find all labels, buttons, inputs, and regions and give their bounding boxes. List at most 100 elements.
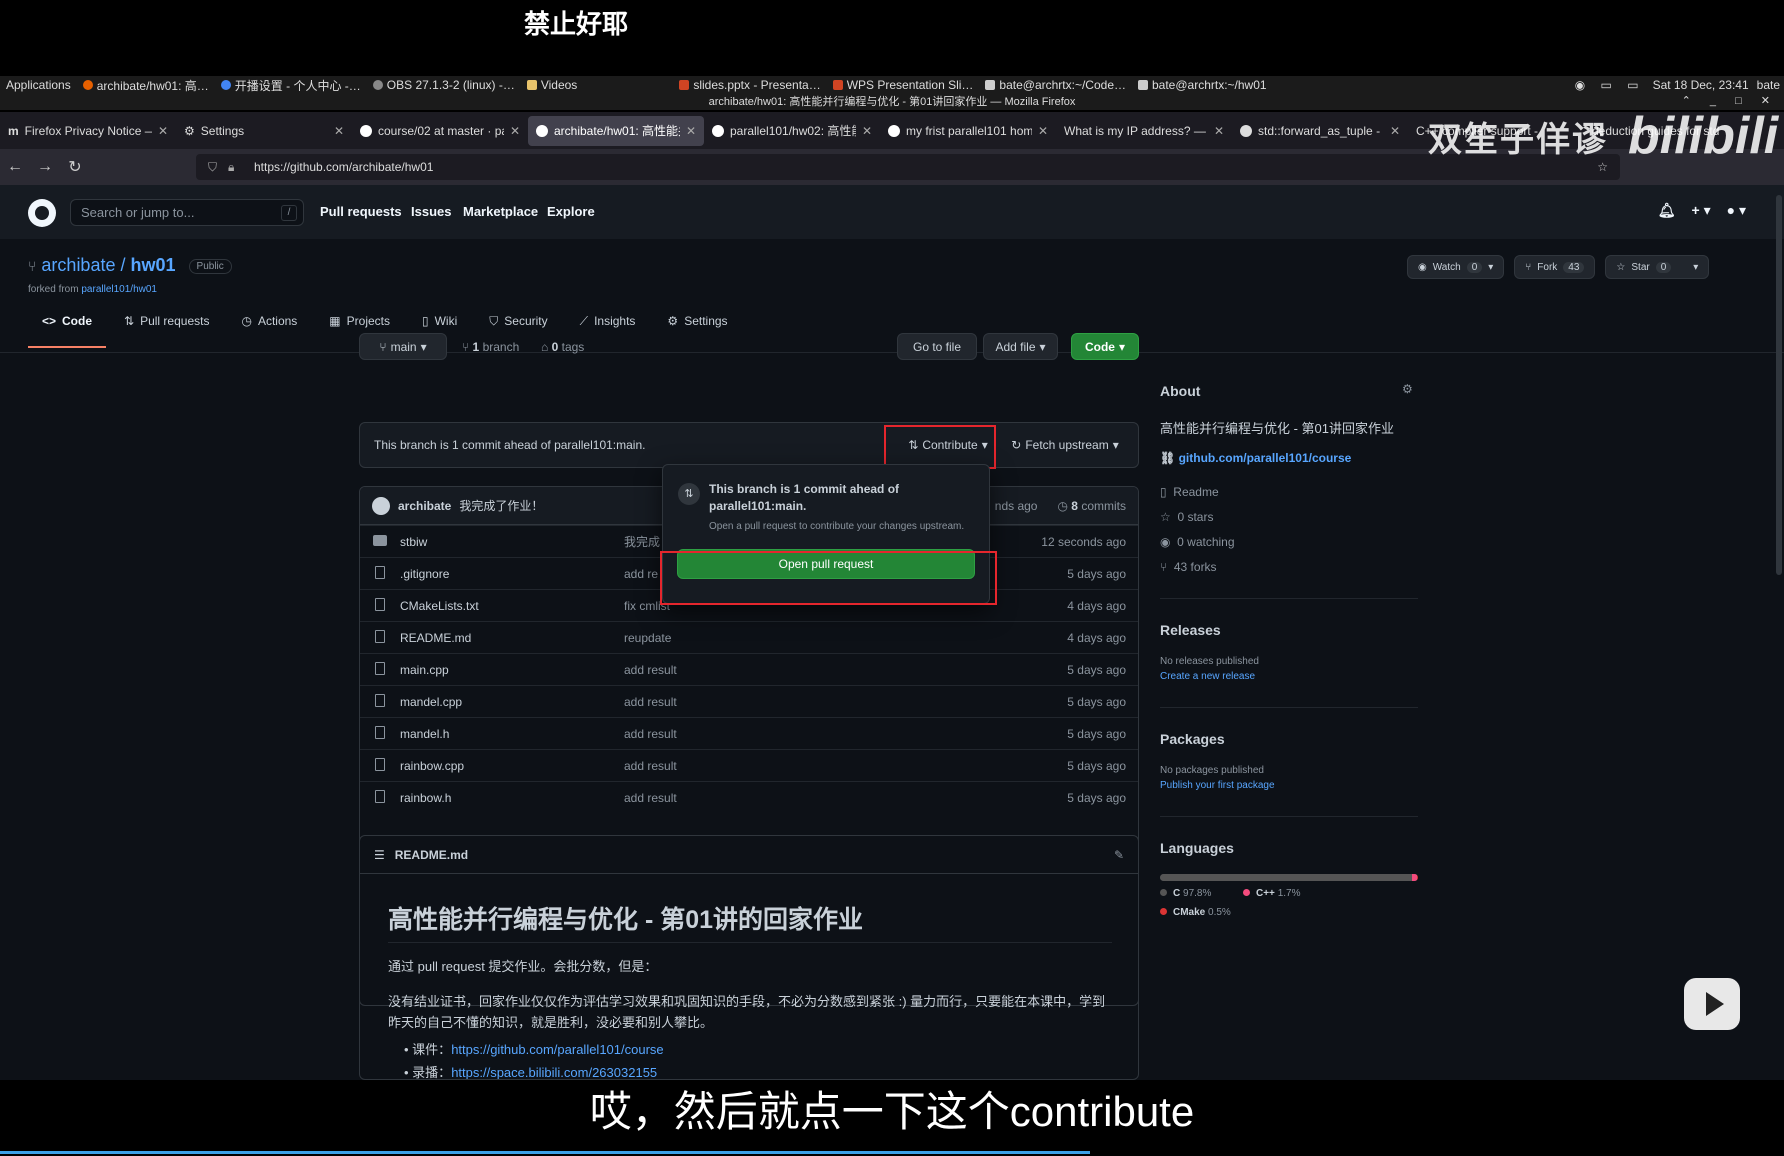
taskbar-item-obs[interactable]: OBS 27.1.3-2 (linux) -… xyxy=(367,78,521,92)
commit-message[interactable]: 我完成了作业！ xyxy=(459,497,543,514)
file-name[interactable]: mandel.h xyxy=(400,727,624,741)
tab-settings[interactable]: ⚙ Settings ✕ xyxy=(176,116,352,146)
code-button[interactable]: Code ▾ xyxy=(1071,333,1139,360)
file-commit-message[interactable]: reupdate xyxy=(624,631,1000,645)
gear-icon[interactable]: ⚙ xyxy=(1402,382,1413,396)
go-to-file-button[interactable]: Go to file xyxy=(897,333,977,360)
table-row[interactable]: mandel.cpp add result 5 days ago xyxy=(360,685,1138,717)
header-link-marketplace[interactable]: Marketplace xyxy=(463,204,538,219)
file-name[interactable]: rainbow.cpp xyxy=(400,759,624,773)
table-row[interactable]: mandel.h add result 5 days ago xyxy=(360,717,1138,749)
language-item-cpp[interactable]: C++ 1.7% xyxy=(1243,888,1300,899)
course-link[interactable]: https://github.com/parallel101/course xyxy=(451,1042,663,1057)
avatar[interactable]: ● ▾ xyxy=(1727,202,1746,219)
repo-name-link[interactable]: hw01 xyxy=(131,255,176,275)
file-name[interactable]: mandel.cpp xyxy=(400,695,624,709)
branches-link[interactable]: ⑂ 1 branch xyxy=(462,340,519,354)
tab-course[interactable]: course/02 at master · pa ✕ xyxy=(352,116,528,146)
file-name[interactable]: CMakeLists.txt xyxy=(400,599,624,613)
about-watching-link[interactable]: ◉ 0 watching xyxy=(1160,535,1235,549)
tab-insights[interactable]: ⟋ Insights xyxy=(566,303,650,339)
add-file-button[interactable]: Add file ▾ xyxy=(983,333,1058,360)
releases-heading[interactable]: Releases xyxy=(1160,622,1221,638)
about-stars-link[interactable]: ☆ 0 stars xyxy=(1160,510,1213,524)
fork-button[interactable]: ⑂ Fork 43 xyxy=(1514,255,1596,279)
pencil-icon[interactable]: ✎ xyxy=(1114,848,1124,862)
close-icon[interactable]: ✕ xyxy=(1038,124,1048,138)
taskbar-item-videos[interactable]: Videos xyxy=(521,78,583,92)
avatar[interactable] xyxy=(372,496,390,515)
tab-parallel101-home[interactable]: my frist parallel101 home ✕ xyxy=(880,116,1056,146)
table-row[interactable]: rainbow.cpp add result 5 days ago xyxy=(360,749,1138,781)
taskbar-item-terminal-code[interactable]: bate@archrtx:~/Code… xyxy=(979,78,1132,92)
watch-button[interactable]: ◉ Watch 0 ▾ xyxy=(1407,255,1505,279)
taskbar-item-slides[interactable]: slides.pptx - Presenta… xyxy=(673,78,826,92)
list-icon[interactable]: ☰ xyxy=(374,848,385,862)
branch-select-button[interactable]: ⑂ main ▾ xyxy=(359,333,447,360)
close-icon[interactable]: ✕ xyxy=(158,124,168,138)
page-scrollbar[interactable] xyxy=(1776,195,1782,575)
tab-code[interactable]: <> Code xyxy=(28,303,107,348)
file-commit-message[interactable]: add result xyxy=(624,791,1000,805)
forward-icon[interactable]: → xyxy=(30,158,60,176)
address-bar[interactable]: ⛉ 🔒︎ https://github.com/archibate/hw01 ☆ xyxy=(196,154,1620,180)
table-row[interactable]: rainbow.h add result 5 days ago xyxy=(360,781,1138,813)
close-icon[interactable]: ✕ xyxy=(334,124,344,138)
language-item-cmake[interactable]: CMake 0.5% xyxy=(1160,907,1231,918)
tab-security[interactable]: ⛉ Security xyxy=(475,303,561,339)
reload-icon[interactable]: ↻ xyxy=(60,157,90,177)
close-icon[interactable]: ✕ xyxy=(1214,124,1224,138)
publish-package-link[interactable]: Publish your first package xyxy=(1160,780,1275,791)
tab-hw02[interactable]: parallel101/hw02: 高性能 ✕ xyxy=(704,116,880,146)
table-row[interactable]: main.cpp add result 5 days ago xyxy=(360,653,1138,685)
header-link-pull-requests[interactable]: Pull requests xyxy=(320,204,402,219)
tab-pull-requests[interactable]: ⇅ Pull requests xyxy=(110,303,223,339)
file-name[interactable]: .gitignore xyxy=(400,567,624,581)
about-website-link[interactable]: ⛓ github.com/parallel101/course xyxy=(1160,451,1351,465)
commits-link[interactable]: ◷ 8 commits xyxy=(1057,499,1126,513)
file-commit-message[interactable]: add result xyxy=(624,663,1000,677)
commit-author[interactable]: archibate xyxy=(398,499,451,513)
about-readme-link[interactable]: ▯ Readme xyxy=(1160,485,1219,499)
close-icon[interactable]: ✕ xyxy=(1390,124,1400,138)
star-button[interactable]: ☆ Star 0 ▾ xyxy=(1605,255,1710,279)
file-commit-message[interactable]: add result xyxy=(624,695,1000,709)
forked-from-link[interactable]: parallel101/hw01 xyxy=(81,284,157,295)
github-logo-icon[interactable] xyxy=(28,199,56,227)
tab-actions[interactable]: ◷ Actions xyxy=(227,303,311,339)
close-icon[interactable]: ✕ xyxy=(510,124,520,138)
file-name[interactable]: stbiw xyxy=(400,535,624,549)
video-progress-bar[interactable] xyxy=(0,1151,1090,1154)
header-link-explore[interactable]: Explore xyxy=(547,204,595,219)
back-icon[interactable]: ← xyxy=(0,158,30,176)
file-commit-message[interactable]: add result xyxy=(624,727,1000,741)
bell-icon[interactable]: 🔔︎ xyxy=(1658,202,1676,219)
tab-hw01-active[interactable]: archibate/hw01: 高性能并 ✕ xyxy=(528,115,704,146)
repo-owner-link[interactable]: archibate xyxy=(41,255,115,275)
header-link-issues[interactable]: Issues xyxy=(411,204,451,219)
taskbar-item-terminal-hw01[interactable]: bate@archrtx:~/hw01 xyxy=(1132,78,1273,92)
taskbar-item-firefox[interactable]: archibate/hw01: 高… xyxy=(77,77,215,94)
close-icon[interactable]: ✕ xyxy=(686,124,696,138)
file-name[interactable]: main.cpp xyxy=(400,663,624,677)
tab-settings[interactable]: ⚙ Settings xyxy=(653,303,741,339)
create-release-link[interactable]: Create a new release xyxy=(1160,671,1255,682)
tab-firefox-privacy[interactable]: m Firefox Privacy Notice — ✕ xyxy=(0,116,176,146)
tab-forward-as-tuple[interactable]: std::forward_as_tuple - C ✕ xyxy=(1232,116,1408,146)
packages-heading[interactable]: Packages xyxy=(1160,731,1225,747)
about-forks-link[interactable]: ⑂ 43 forks xyxy=(1160,560,1217,574)
taskbar-item-applications[interactable]: Applications xyxy=(0,78,77,92)
tags-link[interactable]: ⌂ 0 tags xyxy=(541,340,584,354)
close-icon[interactable]: ✕ xyxy=(862,124,872,138)
search-input[interactable]: Search or jump to... / xyxy=(70,199,304,226)
taskbar-item-wps[interactable]: WPS Presentation Sli… xyxy=(827,78,980,92)
language-item-c[interactable]: C 97.8% xyxy=(1160,888,1211,899)
file-commit-message[interactable]: add result xyxy=(624,759,1000,773)
taskbar-item-chrome[interactable]: 开播设置 - 个人中心 -… xyxy=(215,77,367,94)
file-name[interactable]: README.md xyxy=(400,631,624,645)
tab-ip-address[interactable]: What is my IP address? — I ✕ xyxy=(1056,116,1232,146)
file-name[interactable]: rainbow.h xyxy=(400,791,624,805)
table-row[interactable]: README.md reupdate 4 days ago xyxy=(360,621,1138,653)
fetch-upstream-button[interactable]: ↻ Fetch upstream ▾ xyxy=(1002,431,1128,458)
plus-dropdown-icon[interactable]: + ▾ xyxy=(1692,202,1711,219)
